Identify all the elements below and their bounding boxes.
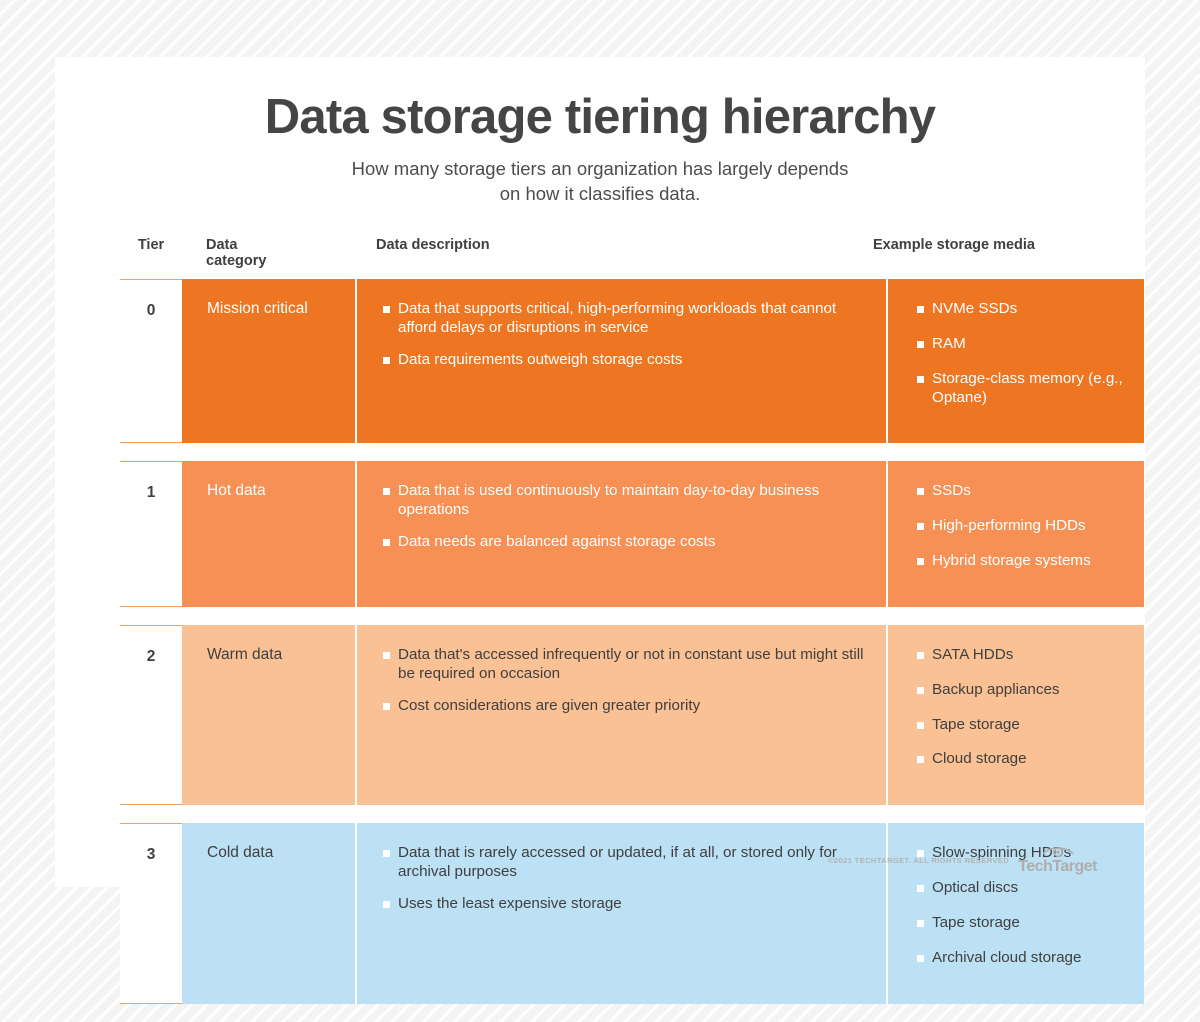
example-media-cell: NVMe SSDs RAM Storage-class memory (e.g., …: [888, 279, 1144, 443]
data-description-cell: Data that is used continuously to mainta…: [355, 461, 888, 607]
table-body: 0 Mission critical Data that supports crit…: [120, 279, 1144, 1004]
tier-number: 3: [146, 846, 156, 864]
description-bullet: Data requirements outweigh storage costs: [383, 351, 868, 370]
example-media-cell: SATA HDDs Backup appliances Tape storage Cl…: [888, 625, 1144, 805]
data-description-cell: Data that is rarely accessed or updated,…: [355, 823, 888, 1004]
infographic-card: Data storage tiering hierarchy How many …: [55, 57, 1145, 1004]
media-bullet: RAM: [917, 335, 1132, 354]
data-description-cell: Data that's accessed infrequently or not…: [355, 624, 888, 806]
tier-block: Warm data Data that's accessed infrequent…: [182, 624, 1144, 806]
media-bullet: SSDs: [917, 482, 1132, 501]
media-bullet: Archival cloud storage: [917, 949, 1132, 968]
table-row: 1 Hot data Data that is used continuously …: [120, 461, 1144, 607]
tier-number: 2: [146, 647, 156, 665]
data-category-cell: Warm data: [207, 645, 283, 663]
tier-number: 0: [146, 302, 156, 319]
media-bullet: SATA HDDs: [917, 646, 1132, 665]
footer: ©2021 TECHTARGET. ALL RIGHTS RESERVED Te…: [828, 845, 1097, 875]
tier-number: 1: [146, 484, 156, 502]
media-bullet: Hybrid storage systems: [917, 552, 1132, 571]
tier-number-cell: 0: [120, 279, 182, 444]
column-header-category: Data category: [206, 237, 267, 269]
example-media-cell: SSDs High-performing HDDs Hybrid storage s…: [888, 461, 1144, 607]
description-bullet: Uses the least expensive storage: [383, 895, 868, 914]
page-title: Data storage tiering hierarchy: [264, 90, 936, 144]
media-bullet: Optical discs: [917, 879, 1132, 898]
tier-block: Hot data Data that is used continuously t…: [182, 461, 1144, 607]
techtarget-logo: TechTarget: [1018, 845, 1097, 875]
description-bullet: Data that is rarely accessed or updated,…: [383, 844, 868, 882]
media-bullet: Tape storage: [917, 716, 1132, 735]
description-bullet: Data that is used continuously to mainta…: [383, 482, 868, 520]
tier-number-cell: 1: [120, 461, 182, 607]
subtitle-line-2: on how it classifies data.: [499, 183, 701, 205]
copyright-text: ©2021 TECHTARGET. ALL RIGHTS RESERVED: [827, 855, 1010, 865]
data-category-cell: Cold data: [207, 844, 274, 862]
column-header-media: Example storage media: [873, 237, 1035, 253]
tier-number-cell: 3: [120, 823, 182, 1004]
table-row: 2 Warm data Data that's accessed infrequen…: [120, 624, 1144, 806]
media-bullet: NVMe SSDs: [917, 300, 1132, 319]
description-bullet: Data that's accessed infrequently or not…: [383, 646, 868, 684]
data-category-cell: Mission critical: [207, 300, 308, 317]
techtarget-wordmark: TechTarget: [1018, 858, 1097, 875]
page-subtitle: How many storage tiers an organization h…: [55, 143, 1145, 206]
data-description-cell: Data that supports critical, high-perfor…: [355, 279, 888, 444]
media-bullet: High-performing HDDs: [917, 517, 1132, 536]
tier-number-cell: 2: [120, 624, 182, 806]
data-category-cell: Hot data: [207, 482, 266, 500]
column-header-description: Data description: [376, 237, 490, 253]
eye-icon: [1041, 845, 1075, 858]
subtitle-line-1: How many storage tiers an organization h…: [351, 158, 849, 180]
table-row: 0 Mission critical Data that supports crit…: [120, 279, 1144, 444]
media-bullet: Backup appliances: [917, 681, 1132, 700]
table-header-row: Tier Data category Data description Exam…: [120, 237, 1144, 279]
description-bullet: Cost considerations are given greater pr…: [383, 697, 868, 716]
media-bullet: Storage-class memory (e.g., Optane): [917, 370, 1132, 408]
description-bullet: Data that supports critical, high-perfor…: [383, 300, 868, 338]
description-bullet: Data needs are balanced against storage …: [383, 533, 868, 552]
media-bullet: Tape storage: [917, 914, 1132, 933]
column-header-tier: Tier: [137, 237, 165, 253]
media-bullet: Cloud storage: [917, 750, 1132, 769]
tier-block: Mission critical Data that supports criti…: [182, 279, 1144, 444]
tiering-table: Tier Data category Data description Exam…: [120, 237, 1144, 1022]
